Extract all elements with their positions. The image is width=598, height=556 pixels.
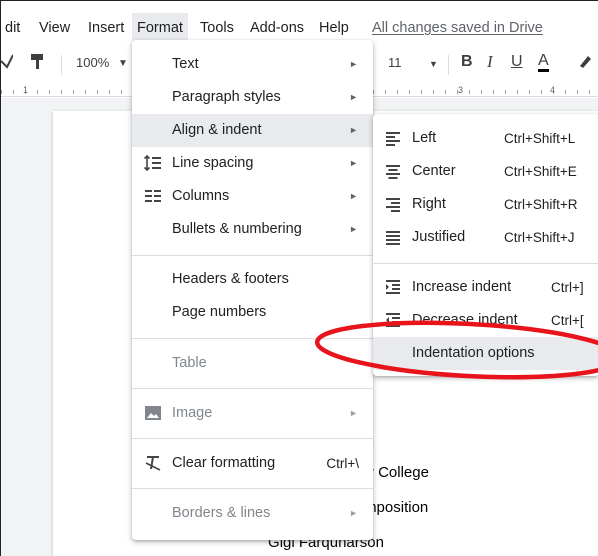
highlight-pen-icon[interactable] bbox=[577, 53, 593, 72]
submenu-arrow-icon: ► bbox=[349, 92, 358, 102]
align-right-option[interactable]: Right Ctrl+Shift+R bbox=[373, 188, 598, 221]
italic-button[interactable]: I bbox=[487, 52, 493, 72]
submenu-arrow-icon: ► bbox=[349, 224, 358, 234]
format-menu-borders-lines: Borders & lines ► bbox=[172, 505, 358, 521]
align-indent-submenu: Left Ctrl+Shift+L Center Ctrl+Shift+E Ri… bbox=[373, 114, 598, 376]
chevron-down-icon[interactable]: ▼ bbox=[429, 59, 438, 69]
spellcheck-icon[interactable] bbox=[0, 52, 14, 73]
menu-view[interactable]: View bbox=[39, 20, 70, 36]
format-menu-columns[interactable]: Columns ► bbox=[132, 180, 373, 213]
paint-format-icon[interactable] bbox=[30, 52, 46, 73]
font-size-field[interactable]: 11 bbox=[388, 55, 402, 70]
align-justified-option[interactable]: Justified Ctrl+Shift+J bbox=[373, 221, 598, 254]
format-menu-clear-formatting[interactable]: Clear formatting Ctrl+\ bbox=[132, 447, 373, 480]
format-menu-bullets-numbering[interactable]: Bullets & numbering ► bbox=[132, 213, 373, 246]
bold-button[interactable]: B bbox=[461, 53, 473, 71]
save-status-link[interactable]: All changes saved in Drive bbox=[372, 20, 543, 36]
menu-format[interactable]: Format bbox=[132, 13, 188, 41]
align-right-icon bbox=[385, 196, 401, 212]
submenu-arrow-icon: ► bbox=[349, 158, 358, 168]
columns-icon bbox=[144, 187, 162, 205]
submenu-arrow-icon: ► bbox=[349, 59, 358, 69]
align-justify-icon bbox=[385, 229, 401, 245]
ruler-mark: 3 bbox=[458, 85, 464, 95]
ruler-mark: 4 bbox=[550, 85, 556, 95]
menu-help[interactable]: Help bbox=[319, 20, 349, 36]
submenu-arrow-icon: ► bbox=[349, 408, 358, 418]
submenu-arrow-icon: ► bbox=[349, 508, 358, 518]
format-menu-page-numbers[interactable]: Page numbers bbox=[132, 296, 373, 329]
image-icon bbox=[144, 404, 162, 422]
zoom-select[interactable]: 100% bbox=[76, 55, 109, 70]
increase-indent-icon bbox=[385, 279, 401, 295]
format-menu: Text ► Paragraph styles ► Align & indent… bbox=[132, 40, 373, 540]
format-menu-line-spacing[interactable]: Line spacing ► bbox=[132, 147, 373, 180]
menu-edit[interactable]: dit bbox=[5, 20, 20, 36]
decrease-indent-option[interactable]: Decrease indent Ctrl+[ bbox=[373, 304, 598, 328]
underline-button[interactable]: U bbox=[511, 53, 523, 71]
ruler-mark: 1 bbox=[23, 85, 29, 95]
clear-formatting-icon bbox=[144, 454, 162, 472]
menu-bar: dit View Insert Format Tools Add-ons Hel… bbox=[1, 1, 598, 41]
format-menu-image: Image ► bbox=[132, 397, 373, 430]
menu-addons[interactable]: Add-ons bbox=[250, 20, 304, 36]
text-color-button[interactable]: A bbox=[538, 52, 549, 72]
increase-indent-option[interactable]: Increase indent Ctrl+] bbox=[373, 271, 598, 304]
align-left-icon bbox=[385, 130, 401, 146]
format-menu-align-indent[interactable]: Align & indent ► bbox=[132, 114, 373, 147]
decrease-indent-icon bbox=[385, 312, 401, 328]
line-spacing-icon bbox=[143, 154, 162, 172]
format-menu-table: Table bbox=[172, 355, 207, 371]
align-left-option[interactable]: Left Ctrl+Shift+L bbox=[373, 122, 598, 155]
indentation-options-option[interactable]: Indentation options bbox=[373, 337, 598, 370]
format-menu-paragraph-styles[interactable]: Paragraph styles ► bbox=[132, 81, 373, 114]
chevron-down-icon[interactable]: ▼ bbox=[118, 58, 128, 69]
format-menu-headers-footers[interactable]: Headers & footers bbox=[132, 263, 373, 296]
menu-insert[interactable]: Insert bbox=[88, 20, 124, 36]
align-center-icon bbox=[385, 163, 401, 179]
menu-tools[interactable]: Tools bbox=[200, 20, 234, 36]
submenu-arrow-icon: ► bbox=[349, 125, 358, 135]
align-center-option[interactable]: Center Ctrl+Shift+E bbox=[373, 155, 598, 188]
format-menu-text[interactable]: Text ► bbox=[132, 48, 373, 81]
submenu-arrow-icon: ► bbox=[349, 191, 358, 201]
